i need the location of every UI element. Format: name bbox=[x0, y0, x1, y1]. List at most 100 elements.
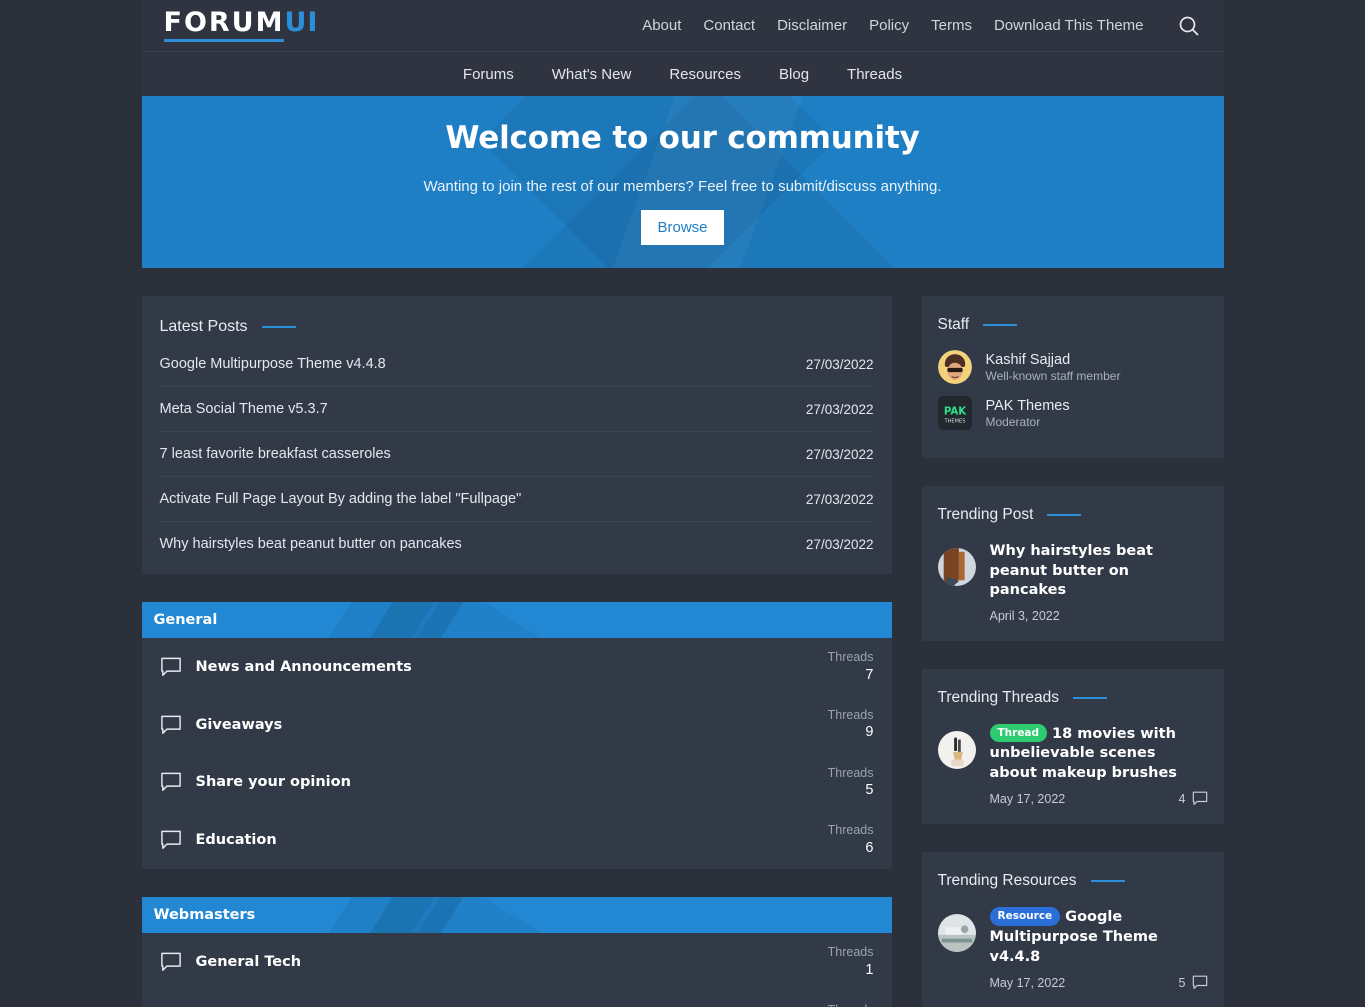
trending-resources-header: Trending Resources bbox=[922, 852, 1224, 904]
avatar-kashif-sajjad bbox=[937, 350, 972, 384]
list-item[interactable]: Google Multipurpose Theme v4.4.8 27/03/2… bbox=[160, 350, 874, 386]
forum-section-webmasters: Webmasters General Tech Threads 1 bbox=[141, 897, 892, 1007]
trending-thread-body: Thread 18 movies with unbelievable scenes… bbox=[989, 723, 1208, 807]
svg-text:THEMES: THEMES bbox=[943, 418, 965, 424]
search-button[interactable] bbox=[1174, 11, 1204, 41]
staff-info: Kashif Sajjad Well-known staff member bbox=[986, 351, 1121, 383]
staff-name: PAK Themes bbox=[985, 397, 1070, 414]
forum-section-body: General Tech Threads 1 Earn Money bbox=[141, 933, 892, 1007]
browse-button[interactable]: Browse bbox=[641, 209, 724, 245]
post-title: Meta Social Theme v5.3.7 bbox=[159, 401, 328, 417]
post-title: Activate Full Page Layout By adding the … bbox=[159, 491, 522, 507]
trending-resources-title-heading: Trending Resources bbox=[937, 872, 1077, 890]
staff-card: Staff Kashif Sajjad Well-known staff mem… bbox=[921, 296, 1224, 458]
thread-meta: Threads 7 bbox=[828, 650, 874, 684]
post-date: 27/03/2022 bbox=[805, 401, 874, 417]
forum-homepage: FORUM UI About Contact Disclaimer Policy … bbox=[0, 0, 1365, 1007]
threads-label: Threads bbox=[827, 945, 874, 959]
site-logo[interactable]: FORUM UI bbox=[163, 9, 319, 42]
threads-count: 7 bbox=[865, 666, 874, 683]
subnav-link-blog[interactable]: Blog bbox=[779, 66, 809, 83]
table-row[interactable]: Share your opinion Threads 5 bbox=[160, 754, 874, 812]
threads-count: 9 bbox=[865, 724, 874, 741]
trending-post-card: Trending Post Why hairstyles beat peanut… bbox=[921, 486, 1224, 641]
list-item[interactable]: 7 least favorite breakfast casseroles 27… bbox=[159, 431, 874, 476]
nav-link-terms[interactable]: Terms bbox=[931, 17, 972, 34]
comment-count: 4 bbox=[1179, 791, 1208, 806]
trending-resources-card: Trending Resources Resource Google Multi… bbox=[921, 852, 1224, 1007]
list-item[interactable]: Thread 18 movies with unbelievable scenes… bbox=[922, 721, 1224, 807]
table-row[interactable]: Education Threads 6 bbox=[160, 811, 874, 869]
table-row[interactable]: General Tech Threads 1 bbox=[160, 933, 874, 991]
avatar-pak-themes: PAK THEMES bbox=[937, 396, 972, 430]
trending-threads-title-heading: Trending Threads bbox=[937, 688, 1060, 706]
hero-subtitle: Wanting to join the rest of our members?… bbox=[423, 177, 942, 195]
latest-posts-list: Google Multipurpose Theme v4.4.8 27/03/2… bbox=[142, 350, 892, 574]
latest-posts-header: Latest Posts bbox=[142, 296, 892, 350]
speech-bubble-icon bbox=[160, 657, 181, 676]
latest-posts-card: Latest Posts Google Multipurpose Theme v… bbox=[141, 296, 892, 574]
table-row[interactable]: News and Announcements Threads 7 bbox=[160, 638, 874, 696]
forum-name: Share your opinion bbox=[195, 774, 351, 791]
subnav-link-threads[interactable]: Threads bbox=[847, 66, 902, 83]
subnav-link-forums[interactable]: Forums bbox=[463, 66, 514, 83]
header-accent-rule bbox=[261, 326, 296, 328]
trending-threads-card: Trending Threads Thread 18 movies with u… bbox=[921, 668, 1224, 825]
trending-post-title-heading: Trending Post bbox=[937, 506, 1034, 523]
post-date: 27/03/2022 bbox=[805, 356, 874, 372]
header-accent-rule bbox=[983, 324, 1018, 326]
speech-bubble-icon bbox=[160, 952, 181, 971]
threads-count: 5 bbox=[865, 782, 874, 799]
page-container: FORUM UI About Contact Disclaimer Policy … bbox=[141, 0, 1224, 1007]
nav-link-about[interactable]: About bbox=[642, 17, 681, 34]
list-item[interactable]: Why hairstyles beat peanut butter on pan… bbox=[922, 538, 1224, 623]
trending-thread-date: May 17, 2022 bbox=[989, 791, 1066, 806]
trending-post-title: Why hairstyles beat peanut butter on pan… bbox=[989, 543, 1153, 599]
header-accent-rule bbox=[1090, 880, 1125, 883]
main-column: Latest Posts Google Multipurpose Theme v… bbox=[141, 296, 892, 1007]
staff-title: Staff bbox=[937, 316, 970, 333]
threads-count: 1 bbox=[865, 961, 874, 978]
forum-name: Education bbox=[195, 832, 277, 849]
nav-link-contact[interactable]: Contact bbox=[703, 17, 755, 34]
post-title: Why hairstyles beat peanut butter on pan… bbox=[159, 536, 462, 552]
speech-bubble-icon bbox=[160, 830, 181, 850]
table-row[interactable]: Earn Money Threads 4 bbox=[160, 991, 874, 1007]
staff-info: PAK Themes Moderator bbox=[986, 397, 1070, 429]
nav-link-policy[interactable]: Policy bbox=[869, 17, 909, 34]
list-item[interactable]: Meta Social Theme v5.3.7 27/03/2022 bbox=[159, 386, 874, 431]
forum-section-title: Webmasters bbox=[153, 907, 256, 923]
status-badge: Resource bbox=[989, 907, 1061, 926]
post-date: 27/03/2022 bbox=[805, 446, 874, 462]
trending-resource-date: May 17, 2022 bbox=[989, 975, 1066, 990]
header-accent-rule bbox=[1047, 514, 1082, 516]
trending-post-meta: April 3, 2022 bbox=[990, 609, 1208, 623]
threads-label: Threads bbox=[827, 765, 874, 780]
subnav-link-resources[interactable]: Resources bbox=[669, 66, 741, 83]
trending-resource-body: Resource Google Multipurpose Theme v4.4.8… bbox=[989, 907, 1208, 990]
nav-link-disclaimer[interactable]: Disclaimer bbox=[777, 17, 847, 34]
trending-resource-meta: May 17, 2022 5 bbox=[990, 975, 1208, 990]
svg-text:PAK: PAK bbox=[943, 407, 966, 418]
list-item[interactable]: Activate Full Page Layout By adding the … bbox=[159, 476, 874, 521]
list-item[interactable]: Why hairstyles beat peanut butter on pan… bbox=[159, 521, 874, 566]
list-item[interactable]: Kashif Sajjad Well-known staff member bbox=[922, 348, 1224, 394]
threads-label: Threads bbox=[827, 823, 874, 838]
table-row[interactable]: Giveaways Threads 9 bbox=[160, 696, 874, 754]
threads-count: 6 bbox=[865, 839, 874, 856]
thread-meta: Threads 4 bbox=[828, 1003, 874, 1007]
list-item[interactable]: Resource Google Multipurpose Theme v4.4.8… bbox=[922, 904, 1224, 990]
search-icon bbox=[1179, 16, 1199, 36]
trending-thread-thumbnail bbox=[937, 730, 976, 769]
list-item[interactable]: PAK THEMES PAK Themes Moderator bbox=[922, 394, 1224, 440]
nav-link-download-this-theme[interactable]: Download This Theme bbox=[994, 17, 1144, 34]
latest-posts-title: Latest Posts bbox=[159, 318, 248, 335]
forum-section-header: Webmasters bbox=[141, 897, 892, 933]
staff-role: Well-known staff member bbox=[985, 369, 1121, 384]
speech-bubble-icon bbox=[1192, 792, 1207, 806]
comment-count: 5 bbox=[1179, 975, 1208, 990]
staff-header: Staff bbox=[922, 296, 1224, 348]
subnav-link-whats-new[interactable]: What's New bbox=[552, 66, 632, 83]
trending-threads-header: Trending Threads bbox=[922, 669, 1224, 721]
post-date: 27/03/2022 bbox=[805, 491, 874, 507]
